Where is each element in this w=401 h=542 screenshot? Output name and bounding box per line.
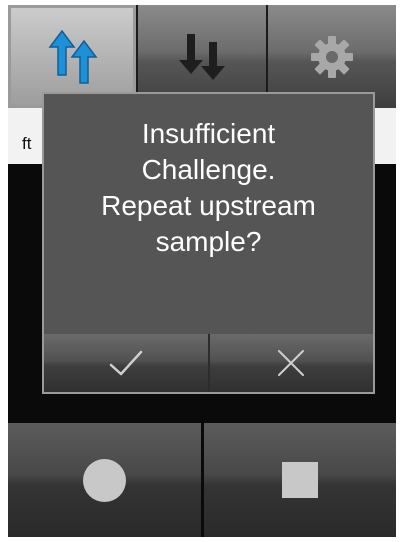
- stop-button[interactable]: [203, 423, 396, 537]
- dialog-button-row: [44, 334, 373, 392]
- cancel-button[interactable]: [209, 334, 373, 392]
- record-circle-icon: [82, 458, 126, 502]
- status-strip-label: ft: [22, 134, 32, 153]
- checkmark-icon: [109, 350, 142, 376]
- gear-icon: [311, 35, 353, 78]
- record-button[interactable]: [8, 423, 204, 537]
- dialog-message: Insufficient Challenge. Repeat upstream …: [44, 116, 373, 260]
- control-bar: [8, 423, 396, 537]
- confirm-button[interactable]: [44, 334, 210, 392]
- dialog-message-line: Repeat upstream: [101, 190, 316, 221]
- confirm-dialog: Insufficient Challenge. Repeat upstream …: [42, 92, 375, 394]
- dialog-message-line: Challenge.: [141, 154, 276, 185]
- dialog-message-line: Insufficient: [141, 118, 276, 149]
- close-icon: [278, 350, 305, 376]
- stop-square-icon: [281, 462, 318, 498]
- upstream-arrows-icon: [48, 29, 98, 84]
- downstream-arrows-icon: [179, 33, 225, 80]
- dialog-message-line: sample?: [155, 226, 262, 257]
